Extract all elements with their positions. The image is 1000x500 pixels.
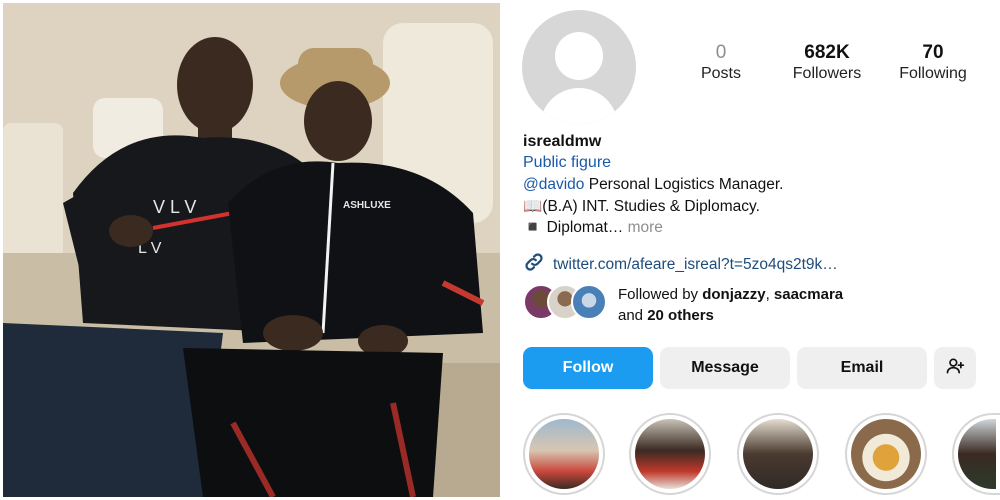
- followers-stat[interactable]: 682K Followers: [772, 42, 882, 84]
- bio-more-link[interactable]: more: [628, 219, 663, 236]
- follow-button[interactable]: Follow: [523, 347, 653, 389]
- followed-by-and: and: [618, 307, 648, 324]
- category-label[interactable]: Public figure: [523, 154, 611, 172]
- story-highlight[interactable]: [845, 413, 927, 495]
- story-highlight[interactable]: [952, 413, 1000, 495]
- bio-line-1: @davido Personal Logistics Manager.: [523, 176, 783, 194]
- email-button[interactable]: Email: [797, 347, 927, 389]
- followed-by-row[interactable]: Followed by donjazzy, saacmara and 20 ot…: [523, 284, 843, 326]
- highlight-thumbnail: [743, 419, 813, 489]
- website-link[interactable]: twitter.com/afeare_isreal?t=5zo4qs2t9k…: [553, 256, 838, 274]
- following-stat[interactable]: 70 Following: [878, 42, 988, 84]
- highlight-thumbnail: [529, 419, 599, 489]
- message-button[interactable]: Message: [660, 347, 790, 389]
- mutual-user-2: saacmara: [773, 286, 844, 303]
- avatar-body-shape: [540, 88, 618, 124]
- followed-by-separator: ,: [765, 286, 774, 303]
- username: isrealdmw: [523, 133, 602, 150]
- following-count: 70: [922, 42, 944, 63]
- posts-count: 0: [715, 42, 727, 63]
- bio-line-3-text: ◾ Diplomat…: [523, 219, 624, 236]
- highlight-thumbnail: [635, 419, 705, 489]
- bio-mention-link[interactable]: @davido: [523, 176, 584, 193]
- bio-line-1-text: Personal Logistics Manager.: [584, 176, 784, 193]
- followed-by-text: Followed by donjazzy, saacmara and 20 ot…: [618, 284, 843, 326]
- story-highlight[interactable]: [629, 413, 711, 495]
- svg-text:V L V: V L V: [153, 197, 196, 217]
- link-icon: [523, 251, 545, 278]
- mutual-others-count: 20 others: [647, 307, 714, 324]
- story-highlight[interactable]: [523, 413, 605, 495]
- mutual-avatar: [571, 284, 607, 320]
- avatar[interactable]: [522, 10, 636, 124]
- followers-count: 682K: [804, 42, 850, 63]
- bio-line-3: ◾ Diplomat… more: [523, 218, 663, 237]
- avatar-head-shape: [555, 32, 603, 80]
- posts-label: Posts: [700, 65, 741, 82]
- svg-text:ASHLUXE: ASHLUXE: [343, 200, 391, 211]
- add-person-icon: [945, 356, 965, 381]
- followers-label: Followers: [792, 65, 862, 82]
- posts-stat[interactable]: 0 Posts: [666, 42, 776, 84]
- mutual-user-1: donjazzy: [702, 286, 766, 303]
- story-highlight[interactable]: [737, 413, 819, 495]
- profile-panel: 0 Posts 682K Followers 70 Following isre…: [500, 0, 1000, 500]
- website-link-row[interactable]: twitter.com/afeare_isreal?t=5zo4qs2t9k…: [523, 251, 838, 278]
- profile-photo: V L V L V ASHLUXE: [3, 3, 500, 497]
- suggested-accounts-button[interactable]: [934, 347, 976, 389]
- highlight-thumbnail: [958, 419, 996, 489]
- followed-by-prefix: Followed by: [618, 286, 703, 303]
- bio-line-2: 📖(B.A) INT. Studies & Diplomacy.: [523, 198, 760, 215]
- mutual-avatars: [523, 284, 613, 322]
- photo-illustration: V L V L V ASHLUXE: [3, 3, 500, 497]
- highlight-thumbnail: [851, 419, 921, 489]
- following-label: Following: [899, 65, 967, 82]
